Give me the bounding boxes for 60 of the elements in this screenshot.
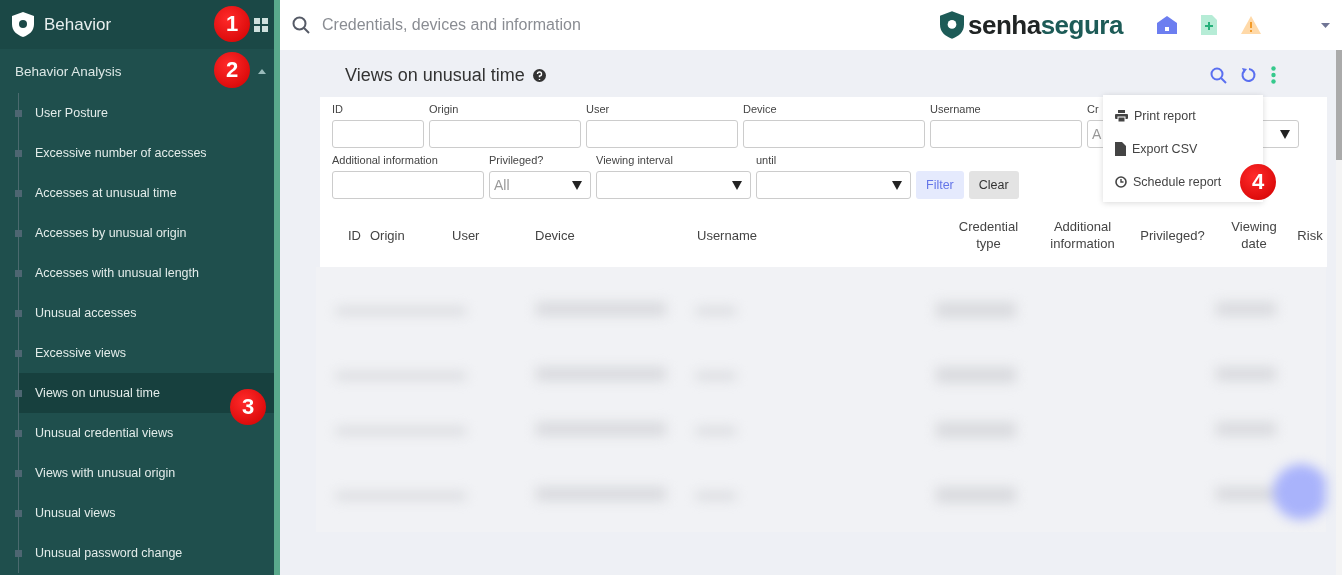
add-document-icon[interactable]: [1200, 15, 1217, 35]
page-title: Views on unusual time: [345, 64, 525, 86]
clock-icon: [1115, 175, 1127, 188]
dropdown-arrow-icon: [1280, 129, 1290, 139]
sidebar-section[interactable]: Behavior Analysis: [15, 63, 122, 79]
input-field[interactable]: [332, 120, 424, 148]
search-icon[interactable]: [1210, 66, 1227, 84]
field-label: Additional information: [332, 154, 438, 168]
field-label: User: [586, 103, 610, 117]
column-header: Risk: [1297, 227, 1323, 245]
input-field[interactable]: [586, 120, 738, 148]
field-label: Privileged?: [489, 154, 544, 168]
logo-text: segura: [1040, 9, 1123, 41]
dropdown-arrow-icon: [892, 180, 902, 190]
field-label: ID: [332, 103, 343, 117]
warning-icon[interactable]: [1240, 16, 1261, 34]
select-field[interactable]: [756, 171, 911, 199]
column-header: User: [452, 227, 481, 245]
clear-button[interactable]: Clear: [968, 171, 1019, 199]
column-header: Credential type: [958, 219, 1019, 253]
field-label: Origin: [429, 103, 459, 117]
scrollbar-thumb[interactable]: [1336, 50, 1342, 160]
menu-item[interactable]: Export CSV: [1103, 132, 1198, 165]
field-label: Username: [930, 103, 981, 117]
menu-item[interactable]: Schedule report: [1103, 165, 1222, 198]
shield-logo-icon: [940, 11, 964, 39]
menu-item[interactable]: Print report: [1103, 99, 1196, 132]
shield-logo-icon: [12, 12, 34, 37]
file-icon: [1115, 141, 1126, 156]
column-header: Privileged?: [1140, 227, 1205, 245]
field-label: until: [756, 154, 777, 168]
column-header: Username: [697, 227, 758, 245]
dropdown-arrow-icon: [572, 180, 582, 190]
caret-icon[interactable]: [1321, 22, 1330, 28]
menu-item-label: Print report: [1134, 108, 1196, 123]
field-label: Viewing interval: [596, 154, 673, 168]
more-options-icon[interactable]: [1271, 66, 1276, 84]
field-label: Device: [743, 103, 777, 117]
printer-icon: [1115, 109, 1128, 122]
column-header: Viewing date: [1231, 219, 1277, 253]
field-label: Cr: [1087, 103, 1099, 117]
logo-text: senha: [968, 9, 1041, 41]
help-icon[interactable]: [532, 68, 546, 82]
input-field[interactable]: [930, 120, 1082, 148]
column-header: ID: [348, 227, 362, 245]
menu-item-label: Schedule report: [1133, 174, 1222, 189]
input-field[interactable]: [743, 120, 925, 148]
select-field[interactable]: [596, 171, 751, 199]
input-field[interactable]: [429, 120, 581, 148]
grid-menu-icon[interactable]: [254, 17, 268, 32]
column-header: Origin: [370, 227, 406, 245]
refresh-icon[interactable]: [1241, 67, 1257, 83]
column-header: Device: [535, 227, 576, 245]
app-title: Behavior: [44, 14, 112, 35]
home-icon[interactable]: [1156, 16, 1177, 34]
search-icon: [292, 16, 310, 34]
menu-item-label: Export CSV: [1132, 141, 1198, 156]
dropdown-arrow-icon: [732, 180, 742, 190]
input-field[interactable]: [332, 171, 484, 199]
column-header: Additional information: [1050, 219, 1115, 253]
